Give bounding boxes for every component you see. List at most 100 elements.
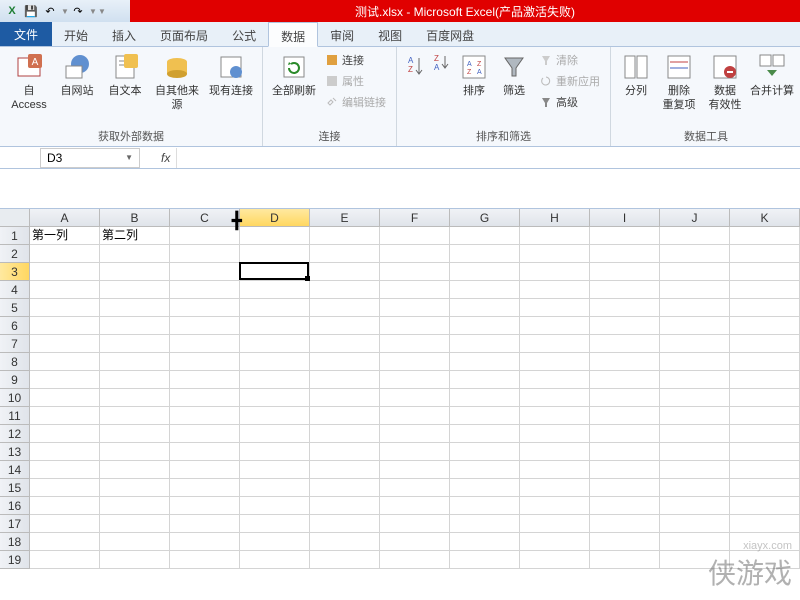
select-all-corner[interactable] <box>0 209 30 227</box>
from-access-button[interactable]: A自 Access <box>6 50 52 115</box>
row-header-3[interactable]: 3 <box>0 263 30 281</box>
connections-button[interactable]: 连接 <box>321 50 390 70</box>
cell-E16[interactable] <box>310 497 380 515</box>
cell-C6[interactable] <box>170 317 240 335</box>
tab-insert[interactable]: 插入 <box>100 22 148 46</box>
cell-C11[interactable] <box>170 407 240 425</box>
cell-C10[interactable] <box>170 389 240 407</box>
cell-F9[interactable] <box>380 371 450 389</box>
cell-A14[interactable] <box>30 461 100 479</box>
col-header-E[interactable]: E <box>310 209 380 227</box>
cell-D3[interactable] <box>240 263 310 281</box>
cell-C1[interactable] <box>170 227 240 245</box>
cell-B13[interactable] <box>100 443 170 461</box>
cell-B2[interactable] <box>100 245 170 263</box>
cell-D17[interactable] <box>240 515 310 533</box>
dropdown-icon[interactable]: ▼ <box>61 7 67 16</box>
cell-C4[interactable] <box>170 281 240 299</box>
cell-F5[interactable] <box>380 299 450 317</box>
row-header-5[interactable]: 5 <box>0 299 30 317</box>
cell-G5[interactable] <box>450 299 520 317</box>
col-header-H[interactable]: H <box>520 209 590 227</box>
col-header-A[interactable]: A <box>30 209 100 227</box>
cell-K5[interactable] <box>730 299 800 317</box>
cell-G10[interactable] <box>450 389 520 407</box>
row-header-17[interactable]: 17 <box>0 515 30 533</box>
cell-A1[interactable]: 第一列 <box>30 227 100 245</box>
col-header-K[interactable]: K <box>730 209 800 227</box>
cell-B12[interactable] <box>100 425 170 443</box>
cell-A18[interactable] <box>30 533 100 551</box>
cell-G9[interactable] <box>450 371 520 389</box>
cell-K16[interactable] <box>730 497 800 515</box>
undo-icon[interactable]: ↶ <box>42 3 58 19</box>
cell-H1[interactable] <box>520 227 590 245</box>
cell-A2[interactable] <box>30 245 100 263</box>
cell-D2[interactable] <box>240 245 310 263</box>
cell-B6[interactable] <box>100 317 170 335</box>
cell-H12[interactable] <box>520 425 590 443</box>
cell-D5[interactable] <box>240 299 310 317</box>
fx-icon[interactable]: fx <box>155 151 176 165</box>
cell-D14[interactable] <box>240 461 310 479</box>
cell-K2[interactable] <box>730 245 800 263</box>
cell-C9[interactable] <box>170 371 240 389</box>
cell-I9[interactable] <box>590 371 660 389</box>
row-header-2[interactable]: 2 <box>0 245 30 263</box>
row-header-14[interactable]: 14 <box>0 461 30 479</box>
cell-J7[interactable] <box>660 335 730 353</box>
cell-F1[interactable] <box>380 227 450 245</box>
cell-J11[interactable] <box>660 407 730 425</box>
col-header-D[interactable]: D <box>240 209 310 227</box>
cell-I16[interactable] <box>590 497 660 515</box>
cell-K15[interactable] <box>730 479 800 497</box>
cell-A3[interactable] <box>30 263 100 281</box>
sort-za-button[interactable]: ZA <box>429 50 453 80</box>
cell-D16[interactable] <box>240 497 310 515</box>
tab-baidu[interactable]: 百度网盘 <box>414 22 486 46</box>
cell-H6[interactable] <box>520 317 590 335</box>
cell-B8[interactable] <box>100 353 170 371</box>
cell-J4[interactable] <box>660 281 730 299</box>
row-header-13[interactable]: 13 <box>0 443 30 461</box>
cell-E9[interactable] <box>310 371 380 389</box>
cell-D10[interactable] <box>240 389 310 407</box>
cell-E1[interactable] <box>310 227 380 245</box>
cell-A12[interactable] <box>30 425 100 443</box>
cell-K14[interactable] <box>730 461 800 479</box>
cell-D11[interactable] <box>240 407 310 425</box>
existing-conn-button[interactable]: 现有连接 <box>206 50 256 100</box>
cell-K8[interactable] <box>730 353 800 371</box>
cell-J10[interactable] <box>660 389 730 407</box>
dropdown-icon[interactable]: ▼ <box>89 7 95 16</box>
cell-B1[interactable]: 第二列 <box>100 227 170 245</box>
cell-K10[interactable] <box>730 389 800 407</box>
cell-G2[interactable] <box>450 245 520 263</box>
cell-C15[interactable] <box>170 479 240 497</box>
row-header-18[interactable]: 18 <box>0 533 30 551</box>
cell-I2[interactable] <box>590 245 660 263</box>
cell-E13[interactable] <box>310 443 380 461</box>
cell-D18[interactable] <box>240 533 310 551</box>
cell-H5[interactable] <box>520 299 590 317</box>
cell-E3[interactable] <box>310 263 380 281</box>
cell-I3[interactable] <box>590 263 660 281</box>
cell-H4[interactable] <box>520 281 590 299</box>
cell-A11[interactable] <box>30 407 100 425</box>
cell-J15[interactable] <box>660 479 730 497</box>
row-header-8[interactable]: 8 <box>0 353 30 371</box>
cell-E5[interactable] <box>310 299 380 317</box>
cell-E14[interactable] <box>310 461 380 479</box>
cell-A13[interactable] <box>30 443 100 461</box>
cell-E12[interactable] <box>310 425 380 443</box>
cell-F3[interactable] <box>380 263 450 281</box>
cell-D9[interactable] <box>240 371 310 389</box>
cell-C17[interactable] <box>170 515 240 533</box>
text-to-cols-button[interactable]: 分列 <box>617 50 655 100</box>
cell-H3[interactable] <box>520 263 590 281</box>
cell-F17[interactable] <box>380 515 450 533</box>
cell-B7[interactable] <box>100 335 170 353</box>
tab-layout[interactable]: 页面布局 <box>148 22 220 46</box>
cell-A16[interactable] <box>30 497 100 515</box>
cell-H13[interactable] <box>520 443 590 461</box>
